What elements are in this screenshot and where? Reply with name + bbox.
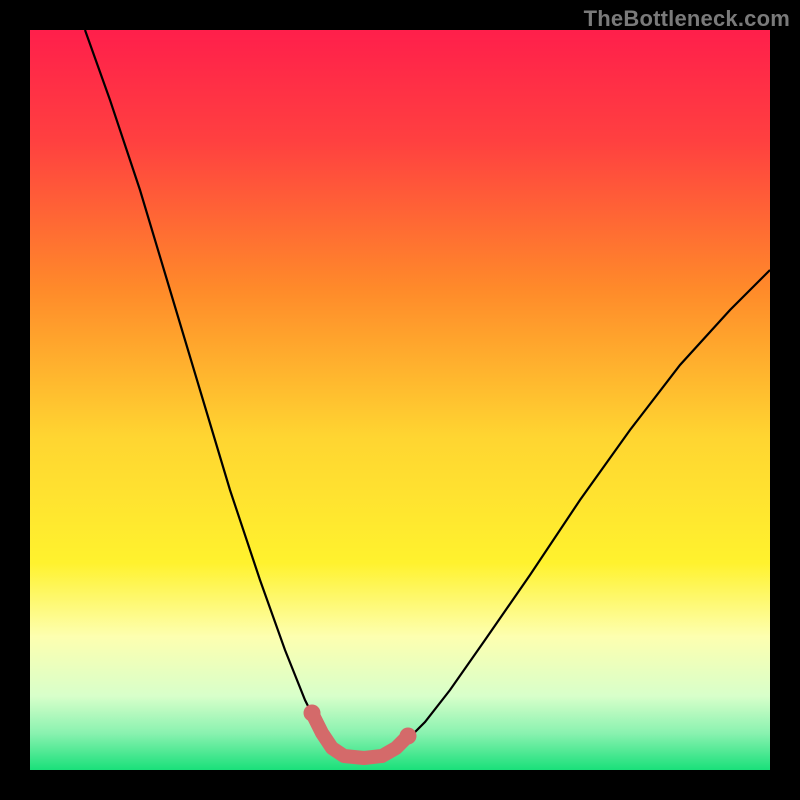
marker-dot-1 [400, 728, 417, 745]
marker-dot-0 [304, 705, 321, 722]
watermark-text: TheBottleneck.com [584, 6, 790, 32]
gradient-background [30, 30, 770, 770]
bottleneck-chart [30, 30, 770, 770]
plot-area [30, 30, 770, 770]
outer-frame: TheBottleneck.com [0, 0, 800, 800]
